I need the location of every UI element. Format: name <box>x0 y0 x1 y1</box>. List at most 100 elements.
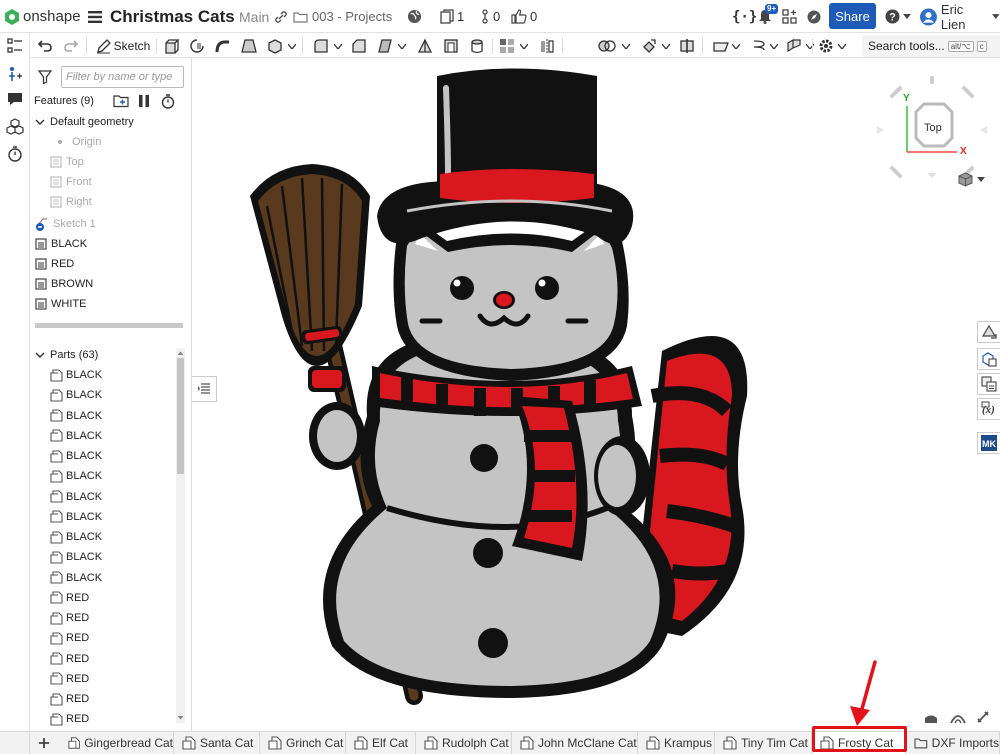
plane-dropdown[interactable] <box>732 36 740 56</box>
part-item[interactable]: RED <box>50 709 89 729</box>
add-tab-button[interactable] <box>33 734 55 752</box>
document-title[interactable]: Christmas Cats <box>110 0 235 33</box>
sheet-metal-button[interactable] <box>785 36 803 56</box>
tree-item-white-extrude[interactable]: WHITE <box>35 294 86 314</box>
tree-item-front[interactable]: Front <box>50 172 92 192</box>
boolean-button[interactable] <box>598 36 616 56</box>
tab-gingerbread-cat[interactable]: Gingerbread Cat <box>62 732 174 754</box>
appearance-panel-button[interactable] <box>977 321 1000 343</box>
learning-center-button[interactable] <box>807 0 821 33</box>
mass-properties-button[interactable] <box>977 348 1000 370</box>
transform-button[interactable] <box>640 36 658 56</box>
part-item[interactable]: BLACK <box>50 406 102 426</box>
mk-app-button[interactable]: MK <box>977 432 1000 454</box>
parts-scrollbar[interactable] <box>176 348 185 723</box>
tab-john-mcclane-cat[interactable]: John McClane Cat <box>514 732 638 754</box>
notifications-button[interactable]: 9+ <box>758 0 779 33</box>
branches-button[interactable]: 0 <box>480 0 500 33</box>
filter-input[interactable]: Filter by name or type <box>61 66 184 88</box>
folder-breadcrumb[interactable]: 003 - Projects <box>293 0 392 33</box>
part-item[interactable]: BLACK <box>50 547 102 567</box>
pause-rollback-button[interactable] <box>139 95 149 107</box>
tree-item-brown-extrude[interactable]: BROWN <box>35 274 93 294</box>
transform-dropdown[interactable] <box>662 36 670 56</box>
part-item[interactable]: RED <box>50 649 89 669</box>
hamburger-menu-button[interactable] <box>88 0 102 33</box>
revolve-button[interactable] <box>188 36 206 56</box>
thicken-button[interactable] <box>266 36 284 56</box>
boolean-dropdown[interactable] <box>622 36 630 56</box>
part-item[interactable]: RED <box>50 608 89 628</box>
tab-rudolph-cat[interactable]: Rudolph Cat <box>418 732 512 754</box>
linear-pattern-button[interactable] <box>498 36 516 56</box>
hole-button[interactable] <box>468 36 486 56</box>
share-button[interactable]: Share <box>829 3 876 29</box>
extrude-button[interactable] <box>163 36 181 56</box>
more-tools-dropdown[interactable] <box>288 36 296 56</box>
regeneration-timer-button[interactable] <box>161 94 175 109</box>
filter-button[interactable] <box>38 70 52 84</box>
panel-resize-divider[interactable] <box>35 323 183 328</box>
history-toggle[interactable] <box>6 145 24 163</box>
measure-button[interactable] <box>976 710 990 724</box>
part-item[interactable]: RED <box>50 588 89 608</box>
variable-table-button[interactable]: (x) <box>977 398 1000 420</box>
part-item[interactable]: RED <box>50 628 89 648</box>
tab-dxf-imports[interactable]: DXF Imports <box>908 732 1000 754</box>
custom-features-button[interactable] <box>817 36 835 56</box>
comments-toggle[interactable] <box>6 90 24 108</box>
undo-button[interactable] <box>36 36 54 56</box>
draft-dropdown[interactable] <box>398 36 406 56</box>
parts-group[interactable]: Parts (63) <box>35 345 98 365</box>
feature-list-toggle[interactable] <box>6 37 24 55</box>
part-item[interactable]: BLACK <box>50 507 102 527</box>
part-item[interactable]: BLACK <box>50 426 102 446</box>
part-item[interactable]: BLACK <box>50 446 102 466</box>
tab-krampus[interactable]: Krampus <box>640 732 715 754</box>
section-view-button[interactable] <box>924 712 938 724</box>
add-apps-button[interactable] <box>782 0 797 33</box>
part-item[interactable]: BLACK <box>50 385 102 405</box>
helix-dropdown[interactable] <box>770 36 778 56</box>
configurations-toggle[interactable] <box>6 118 24 136</box>
part-item[interactable]: BLACK <box>50 568 102 588</box>
frosty-cat-model[interactable] <box>212 66 772 716</box>
tree-item-right[interactable]: Right <box>50 192 92 212</box>
tab-grinch-cat[interactable]: Grinch Cat <box>262 732 346 754</box>
user-menu-button[interactable]: Eric Lien <box>920 0 1000 33</box>
redo-button[interactable] <box>62 36 80 56</box>
shell-button[interactable] <box>442 36 460 56</box>
tab-tiny-tim-cat[interactable]: Tiny Tim Cat <box>717 732 812 754</box>
chamfer-button[interactable] <box>350 36 368 56</box>
part-item[interactable]: BLACK <box>50 527 102 547</box>
workspace-globe-button[interactable] <box>407 0 422 33</box>
sweep-button[interactable] <box>214 36 232 56</box>
tree-item-sketch-1[interactable]: Sketch 1 <box>35 214 96 234</box>
custom-features-dropdown[interactable] <box>838 36 846 56</box>
configurations-panel-button[interactable] <box>977 373 1000 395</box>
add-folder-button[interactable] <box>113 94 129 108</box>
tree-item-black-extrude[interactable]: BLACK <box>35 234 87 254</box>
like-button[interactable]: 0 <box>511 0 537 33</box>
sketch-button[interactable]: Sketch <box>92 36 154 56</box>
helix-button[interactable] <box>750 36 768 56</box>
split-button[interactable] <box>678 36 696 56</box>
fillet-button[interactable] <box>312 36 330 56</box>
copy-link-button[interactable] <box>274 0 288 33</box>
part-item[interactable]: BLACK <box>50 365 102 385</box>
rib-button[interactable] <box>416 36 434 56</box>
part-item[interactable]: RED <box>50 669 89 689</box>
tree-item-red-extrude[interactable]: RED <box>35 254 74 274</box>
versions-button[interactable]: 1 <box>440 0 464 33</box>
part-item[interactable]: RED <box>50 689 89 709</box>
render-button[interactable] <box>950 712 966 724</box>
tab-santa-cat[interactable]: Santa Cat <box>176 732 260 754</box>
search-tools-input[interactable]: Search tools... alt/⌥ c <box>862 35 1000 57</box>
tree-item-top[interactable]: Top <box>50 152 84 172</box>
graphics-viewport[interactable]: Top X Y <box>192 58 1000 731</box>
default-geometry-group[interactable]: Default geometry <box>35 112 134 132</box>
draft-button[interactable] <box>376 36 394 56</box>
scrollbar-thumb[interactable] <box>177 358 184 474</box>
variables-toggle[interactable] <box>6 65 24 83</box>
app-store-button[interactable]: {·} <box>732 0 757 33</box>
